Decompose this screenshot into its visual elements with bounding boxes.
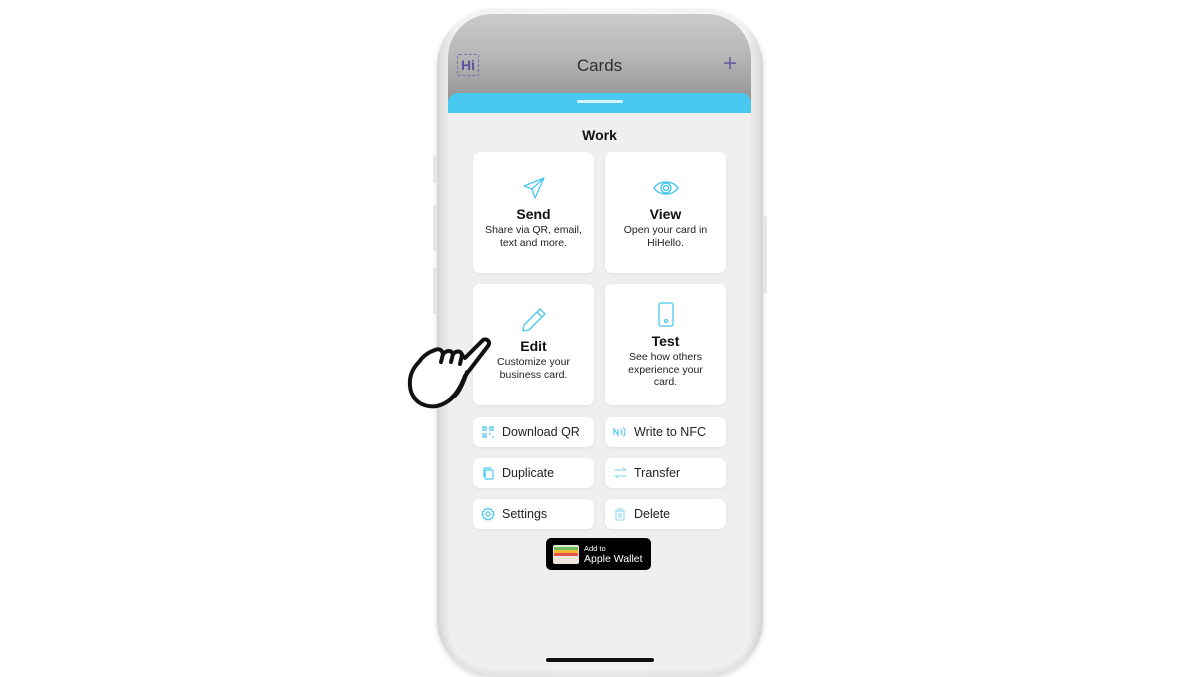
- sheet-header: [448, 93, 751, 113]
- power-button: [763, 216, 767, 294]
- write-to-nfc-label: Write to NFC: [634, 425, 706, 439]
- edit-description: Customize your business card.: [497, 356, 570, 381]
- edit-tile[interactable]: Edit Customize your business card.: [473, 284, 594, 405]
- delete-button[interactable]: Delete: [605, 499, 726, 529]
- view-tile[interactable]: View Open your card in HiHello.: [605, 152, 726, 273]
- test-tile[interactable]: Test See how others experience your card…: [605, 284, 726, 405]
- delete-label: Delete: [634, 507, 671, 521]
- volume-up-button: [433, 205, 437, 251]
- page-title: Cards: [576, 56, 623, 75]
- wallet-icon: [553, 544, 579, 564]
- phone-screen: Hi Cards + Work Send Share via QR, email…: [448, 14, 751, 666]
- settings-label: Settings: [502, 507, 548, 521]
- test-description: See how others experience your card.: [628, 351, 703, 388]
- eye-icon: [652, 181, 679, 195]
- transfer-icon: [613, 466, 627, 480]
- send-label: Send: [516, 206, 551, 222]
- send-tile[interactable]: Send Share via QR, email, text and more.: [473, 152, 594, 273]
- qr-code-icon: [481, 425, 495, 439]
- duplicate-button[interactable]: Duplicate: [473, 458, 594, 488]
- volume-down-button: [433, 268, 437, 314]
- phone-icon: [657, 302, 674, 327]
- write-to-nfc-button[interactable]: Write to NFC: [605, 417, 726, 447]
- send-description: Share via QR, email, text and more.: [485, 224, 582, 249]
- copy-icon: [481, 466, 495, 480]
- wallet-big-text: Apple Wallet: [584, 553, 643, 565]
- pointing-hand-icon: [407, 337, 491, 409]
- trash-icon: [613, 507, 627, 521]
- transfer-button[interactable]: Transfer: [605, 458, 726, 488]
- test-label: Test: [651, 333, 680, 349]
- sheet-grabber-handle[interactable]: [576, 100, 623, 103]
- view-description: Open your card in HiHello.: [623, 224, 708, 249]
- download-qr-button[interactable]: Download QR: [473, 417, 594, 447]
- add-to-apple-wallet-button[interactable]: Add to Apple Wallet: [546, 538, 651, 570]
- mute-switch: [433, 155, 437, 183]
- card-name-title: Work: [582, 127, 617, 143]
- settings-button[interactable]: Settings: [473, 499, 594, 529]
- transfer-label: Transfer: [634, 466, 681, 480]
- edit-label: Edit: [520, 338, 547, 354]
- home-indicator[interactable]: [545, 658, 654, 662]
- download-qr-label: Download QR: [502, 425, 580, 439]
- view-label: View: [649, 206, 682, 222]
- duplicate-label: Duplicate: [502, 466, 555, 480]
- paper-plane-icon: [522, 177, 545, 199]
- nfc-icon: [613, 425, 627, 439]
- pencil-icon: [521, 308, 546, 332]
- add-card-button[interactable]: +: [719, 52, 741, 76]
- gear-icon: [481, 507, 495, 521]
